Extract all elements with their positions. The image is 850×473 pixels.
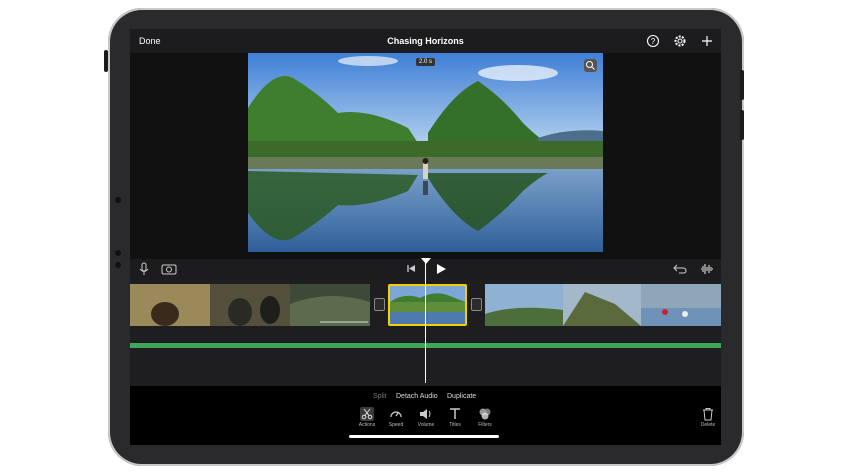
playhead-marker[interactable]: [421, 258, 431, 264]
duplicate-button[interactable]: Duplicate: [447, 393, 476, 400]
volume-tool[interactable]: Volume: [413, 407, 439, 428]
delete-tool[interactable]: Delete: [695, 407, 721, 428]
video-clip[interactable]: [130, 284, 370, 326]
volume-button-2: [740, 110, 744, 140]
delete-label: Delete: [700, 422, 716, 428]
detach-audio-button[interactable]: Detach Audio: [396, 393, 438, 400]
speaker-icon: [420, 409, 431, 419]
speed-label: Speed: [388, 422, 404, 428]
camera-icon[interactable]: [161, 262, 177, 280]
skip-back-icon[interactable]: [406, 262, 416, 280]
titles-label: Titles: [449, 422, 461, 428]
video-preview[interactable]: 2.0 s: [248, 53, 603, 252]
sensor-dot: [115, 250, 121, 256]
volume-label: Volume: [417, 422, 435, 428]
project-title: Chasing Horizons: [387, 36, 464, 46]
app-screen: Done Chasing Horizons ? 2.0 s Split Deta…: [130, 29, 721, 445]
video-clip-3[interactable]: [485, 284, 721, 326]
viewer-area: 2.0 s: [130, 53, 721, 259]
volume-button: [740, 70, 744, 100]
speed-tool[interactable]: Speed: [383, 407, 409, 428]
plus-icon[interactable]: [700, 34, 714, 48]
magnify-icon[interactable]: [584, 59, 597, 72]
question-circle-icon[interactable]: ?: [646, 34, 660, 48]
front-camera: [115, 197, 121, 203]
scissors-icon: [360, 407, 374, 421]
filters-tool[interactable]: Filters: [472, 407, 498, 428]
selected-clip[interactable]: [388, 284, 467, 326]
actions-tool[interactable]: Actions: [354, 407, 380, 428]
split-button[interactable]: Split: [373, 393, 387, 400]
sensor-dot-2: [115, 262, 121, 268]
filters-label: Filters: [478, 422, 492, 428]
trash-icon: [703, 408, 713, 421]
undo-icon[interactable]: [673, 262, 687, 280]
playhead[interactable]: [425, 259, 426, 383]
speedometer-icon: [390, 411, 402, 418]
top-bar: Done Chasing Horizons ?: [130, 29, 721, 53]
gear-icon[interactable]: [673, 34, 687, 48]
transition-marker-2[interactable]: [471, 298, 482, 311]
timecode-badge: 2.0 s: [416, 58, 436, 66]
home-indicator[interactable]: [349, 435, 499, 438]
svg-text:?: ?: [651, 37, 656, 46]
side-button: [104, 50, 108, 72]
actions-label: Actions: [358, 422, 376, 428]
transition-marker[interactable]: [374, 298, 385, 311]
titles-icon: [450, 408, 460, 419]
filters-icon: [479, 408, 491, 420]
titles-tool[interactable]: Titles: [442, 407, 468, 428]
